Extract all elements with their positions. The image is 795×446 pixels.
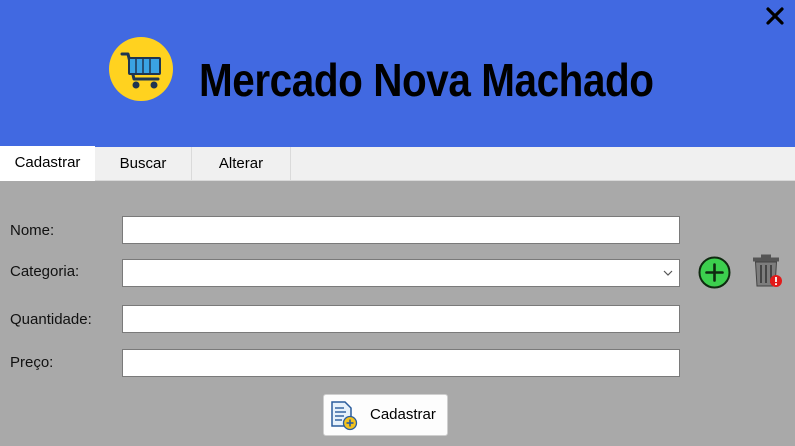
preco-input[interactable] bbox=[122, 349, 680, 377]
quantidade-input[interactable] bbox=[122, 305, 680, 333]
plus-circle-icon[interactable] bbox=[698, 256, 731, 289]
tab-alterar[interactable]: Alterar bbox=[192, 147, 291, 180]
nome-label: Nome: bbox=[10, 222, 55, 239]
tab-buscar[interactable]: Buscar bbox=[95, 147, 192, 180]
shopping-cart-icon bbox=[109, 37, 173, 101]
categoria-select[interactable] bbox=[122, 259, 680, 287]
cadastrar-button[interactable]: Cadastrar bbox=[323, 394, 448, 436]
document-add-icon bbox=[331, 401, 358, 431]
preco-label: Preço: bbox=[10, 354, 54, 371]
categoria-label: Categoria: bbox=[10, 263, 80, 280]
app-title: Mercado Nova Machado bbox=[199, 54, 654, 106]
nome-input[interactable] bbox=[122, 216, 680, 244]
header-banner: Mercado Nova Machado bbox=[0, 0, 795, 147]
tab-bar: Cadastrar Buscar Alterar bbox=[0, 146, 795, 181]
close-icon[interactable] bbox=[762, 3, 788, 29]
cadastrar-button-label: Cadastrar bbox=[370, 406, 436, 423]
trash-icon[interactable] bbox=[750, 253, 784, 289]
tab-cadastrar[interactable]: Cadastrar bbox=[0, 146, 95, 181]
chevron-down-icon bbox=[663, 270, 673, 276]
quantidade-label: Quantidade: bbox=[10, 311, 92, 328]
